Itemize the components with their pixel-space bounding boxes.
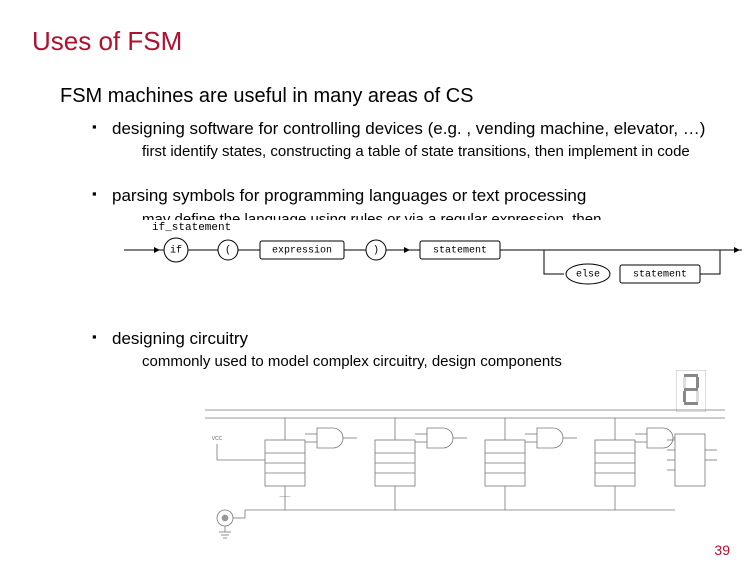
bullet-3: designing circuitry [92, 328, 724, 349]
svg-text:else: else [576, 268, 600, 280]
syntax-diagram: if_statement if ( expression ) statement… [124, 222, 742, 292]
svg-text:statement: statement [433, 245, 487, 256]
svg-text:VCC: VCC [212, 436, 223, 442]
bullet-2: parsing symbols for programming language… [92, 185, 724, 206]
bullet-3-sub: commonly used to model complex circuitry… [142, 353, 724, 371]
page-number: 39 [714, 542, 730, 558]
circuit-diagram: ─── [205, 400, 725, 540]
syntax-diagram-label: if_statement [152, 222, 231, 234]
slide-title: Uses of FSM [32, 26, 724, 57]
svg-text:statement: statement [633, 269, 687, 280]
bullet-2-sub: may define the language using rules or v… [142, 211, 724, 220]
svg-text:expression: expression [272, 244, 332, 256]
svg-text:): ) [373, 244, 379, 256]
svg-text:───: ─── [279, 494, 291, 500]
bullet-1-sub: first identify states, constructing a ta… [142, 143, 724, 161]
svg-text:(: ( [225, 244, 231, 256]
slide-subtitle: FSM machines are useful in many areas of… [60, 85, 724, 108]
svg-text:if: if [170, 244, 182, 256]
bullet-1: designing software for controlling devic… [92, 118, 724, 139]
